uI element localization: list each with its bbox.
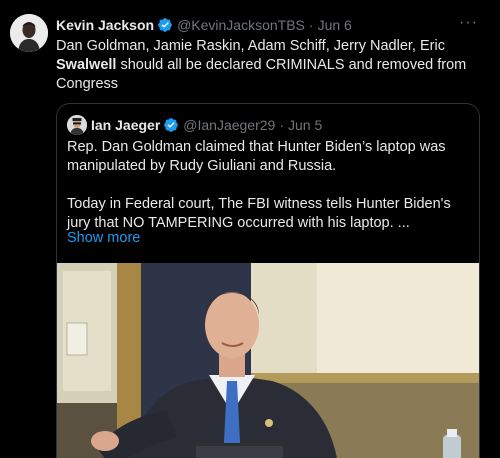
tweet-header: Kevin Jackson @KevinJacksonTBS · Jun 6 [56, 15, 352, 35]
quote-media-image[interactable] [57, 263, 479, 458]
quote-author-avatar[interactable] [67, 115, 87, 135]
quote-header: Ian Jaeger @IanJaeger29 · Jun 5 [91, 115, 322, 135]
tweet-text-bold: Swalwell [56, 57, 117, 73]
separator-dot: · [279, 117, 284, 133]
quoted-tweet[interactable]: Ian Jaeger @IanJaeger29 · Jun 5 Rep. Dan… [56, 103, 480, 458]
more-dots-icon[interactable]: ··· [459, 14, 478, 32]
tweet-text-part: Dan Goldman, Jamie Raskin, Adam Schiff, … [56, 38, 445, 54]
show-more-link[interactable]: Show more [67, 230, 140, 246]
author-handle[interactable]: @KevinJacksonTBS [177, 17, 305, 33]
quote-time[interactable]: Jun 5 [288, 117, 322, 133]
quote-author-name[interactable]: Ian Jaeger [91, 117, 160, 133]
verified-badge-icon [157, 17, 173, 33]
author-name[interactable]: Kevin Jackson [56, 17, 154, 33]
quote-paragraph: Rep. Dan Goldman claimed that Hunter Bid… [67, 139, 446, 174]
tweet-text: Dan Goldman, Jamie Raskin, Adam Schiff, … [56, 37, 486, 94]
quote-author-handle[interactable]: @IanJaeger29 [183, 117, 275, 133]
separator-dot: · [308, 17, 314, 33]
tweet-time[interactable]: Jun 6 [318, 17, 352, 33]
verified-badge-icon [163, 117, 179, 133]
quote-text: Rep. Dan Goldman claimed that Hunter Bid… [67, 138, 471, 233]
tweet-text-part: should all be declared CRIMINALS and rem… [56, 57, 467, 92]
tweet[interactable]: Kevin Jackson @KevinJacksonTBS · Jun 6 ·… [0, 0, 500, 458]
quote-paragraph: Today in Federal court, The FBI witness … [67, 196, 451, 231]
author-avatar[interactable] [10, 14, 48, 52]
